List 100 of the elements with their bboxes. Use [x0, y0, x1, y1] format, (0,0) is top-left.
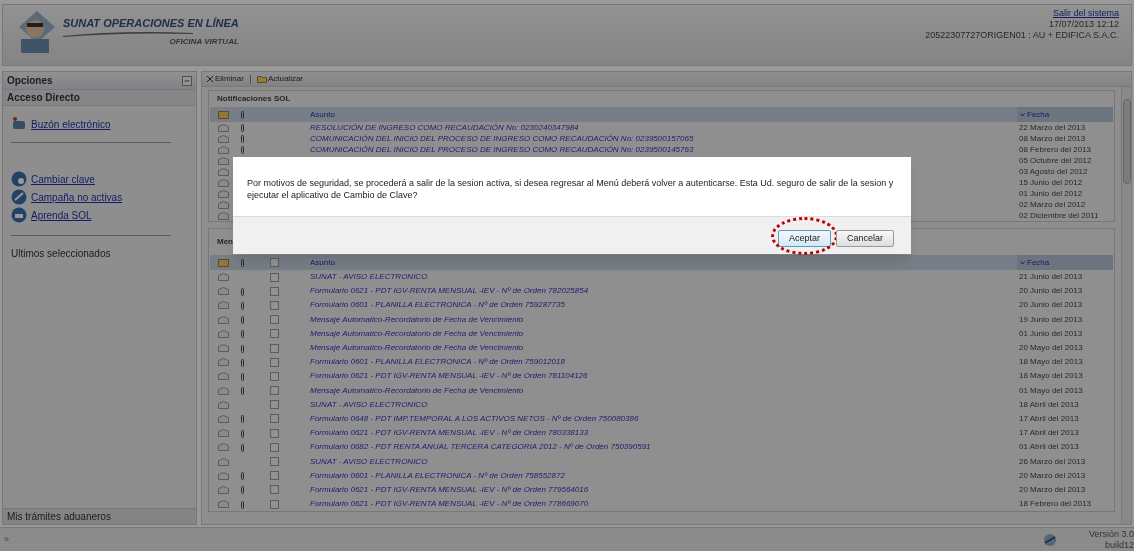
envelope-icon — [218, 500, 229, 509]
checkbox[interactable] — [270, 428, 279, 438]
message-subject[interactable]: Mensaje Automatico-Recordatorio de Fecha de Vencimiento — [310, 385, 524, 395]
column-header[interactable]: Asunto — [310, 256, 1017, 269]
version-label: Versión 3.0 — [1088, 528, 1134, 540]
sidebar-link[interactable]: Cambiar clave — [31, 171, 95, 187]
table-cell-text: 20 Junio del 2013 — [1018, 285, 1084, 298]
message-subject[interactable]: SUNAT - AVISO ELECTRONICO — [310, 399, 428, 409]
envelope-icon — [218, 344, 229, 353]
message-subject[interactable]: Formulario 0621 - PDT IGV-RENTA MENSUAL -IEV - Nº de Orden 781104126 — [310, 371, 588, 381]
toolbar-button[interactable]: Actualizar — [256, 73, 304, 85]
table-cell-text: 18 Abril del 2013 — [1018, 398, 1080, 411]
checkbox[interactable] — [270, 400, 279, 410]
column-header[interactable]: Fecha — [1017, 255, 1113, 270]
message-subject[interactable]: Formulario 0648 - PDT IMP.TEMPORAL A LOS ACTIVOS NETOS - Nº de Orden 750080386 — [310, 413, 639, 423]
message-subject[interactable]: Formulario 0621 - PDT IGV-RENTA MENSUAL -IEV - Nº de Orden 782025854 — [310, 286, 589, 296]
logo-title: SUNAT OPERACIONES EN LÍNEA — [63, 17, 239, 31]
sidebar-link[interactable]: Buzón electrónico — [31, 116, 111, 132]
sidebar-menu-item[interactable]: Mis trámites aduaneros — [3, 508, 196, 524]
logo-subtitle: OFICINA VIRTUAL — [168, 36, 239, 47]
envelope-icon — [218, 358, 229, 367]
checkbox[interactable] — [270, 272, 279, 282]
checkbox[interactable] — [270, 414, 279, 424]
build-label: build12 — [1104, 539, 1134, 551]
logout-link[interactable]: Salir del sistema — [1052, 8, 1119, 19]
message-subject[interactable]: COMUNICACIÓN DEL INICIO DEL PROCESO DE INGRESO COMO RECAUDACIÓN No: 0239500157065 — [310, 133, 694, 143]
message-subject[interactable]: Formulario 0601 - PLANILLA ELECTRONICA - Nº de Orden 759287735 — [310, 300, 565, 310]
checkbox[interactable] — [270, 499, 279, 509]
table-cell-text: 01 Junio del 2012 — [1018, 187, 1084, 200]
table-cell-text: 20 Mayo del 2013 — [1018, 342, 1084, 355]
checkbox[interactable] — [270, 343, 279, 353]
message-subject[interactable]: Mensaje Automatico-Recordatorio de Fecha de Vencimiento — [310, 314, 524, 324]
envelope-icon — [218, 178, 229, 187]
message-subject[interactable]: Formulario 0621 - PDT IGV-RENTA MENSUAL -IEV - Nº de Orden 780338133 — [310, 428, 589, 438]
envelope-icon — [218, 273, 229, 282]
message-subject[interactable]: RESOLUCIÓN DE INGRESO COMO RECAUDACIÓN No: 0230240347984 — [310, 122, 579, 132]
message-subject[interactable]: SUNAT - AVISO ELECTRONICO — [310, 272, 428, 282]
message-subject[interactable]: Formulario 0601 - PLANILLA ELECTRONICA - Nº de Orden 758552872 — [310, 470, 565, 480]
scrollbar-thumb[interactable] — [1122, 99, 1131, 184]
toolbar-button[interactable]: Eliminar — [206, 73, 244, 85]
table-cell-text: 17 Abril del 2013 — [1018, 412, 1080, 425]
checkbox[interactable] — [270, 471, 279, 481]
envelope-icon — [218, 189, 229, 198]
envelope-icon — [218, 287, 229, 296]
expand-toggle[interactable]: » — [4, 532, 9, 547]
dialog-button[interactable]: Cancelar — [835, 229, 894, 247]
table-cell-text: 17 Abril del 2013 — [1018, 427, 1080, 440]
column-header[interactable]: Asunto — [310, 108, 1017, 121]
column-header[interactable]: Fecha — [1017, 107, 1113, 122]
envelope-icon — [218, 471, 229, 480]
checkbox[interactable] — [270, 300, 279, 310]
sidebar-link[interactable]: Aprenda SOL — [31, 207, 92, 223]
table-cell-text: 18 Febrero del 2013 — [1018, 498, 1093, 511]
message-subject[interactable]: SUNAT - AVISO ELECTRONICO — [310, 456, 428, 466]
dialog-button[interactable]: Aceptar — [777, 229, 831, 247]
message-subject[interactable]: Formulario 0621 - PDT IGV-RENTA MENSUAL -IEV - Nº de Orden 778669070 — [310, 499, 589, 509]
table-cell-text: 01 Junio del 2013 — [1018, 327, 1084, 340]
checkbox[interactable] — [270, 357, 279, 367]
scrollbar[interactable] — [1121, 87, 1131, 524]
message-subject[interactable]: Formulario 0601 - PLANILLA ELECTRONICA - Nº de Orden 759012018 — [310, 357, 565, 367]
checkbox[interactable] — [270, 457, 279, 467]
table-cell-text: 18 Mayo del 2013 — [1018, 370, 1084, 383]
envelope-icon — [218, 301, 229, 310]
envelope-icon — [218, 400, 229, 409]
sidebar-link[interactable]: Campaña no activas — [31, 189, 123, 205]
section-header: Acceso Directo — [3, 90, 196, 106]
message-subject[interactable]: Mensaje Automatico-Recordatorio de Fecha de Vencimiento — [310, 343, 524, 353]
checkbox[interactable] — [270, 485, 279, 495]
checkbox[interactable] — [270, 371, 279, 381]
checkbox[interactable] — [270, 442, 279, 452]
envelope-icon — [218, 429, 229, 438]
checkbox[interactable] — [270, 286, 279, 296]
paperclip-icon — [240, 258, 245, 267]
checkbox[interactable] — [270, 386, 279, 396]
checkbox[interactable] — [270, 315, 279, 325]
message-subject[interactable]: COMUNICACIÓN DEL INICIO DEL PROCESO DE INGRESO COMO RECAUDACIÓN No: 0239500145763 — [310, 144, 694, 154]
sort-icon — [1020, 112, 1025, 117]
table-cell-text: 02 Diciembre del 2011 — [1018, 209, 1100, 222]
folder-icon — [256, 75, 267, 83]
envelope-icon — [218, 167, 229, 176]
table-cell-text: 15 Junio del 2012 — [1018, 176, 1084, 189]
panel-title: Men — [217, 236, 233, 248]
envelope-icon — [218, 315, 229, 324]
envelope-icon — [218, 145, 229, 154]
envelope-icon — [218, 200, 229, 209]
envelope-icon — [218, 414, 229, 423]
table-cell-text: 05 Octubre del 2012 — [1018, 154, 1093, 167]
envelope-icon — [218, 156, 229, 165]
table-cell-text: 20 Marzo del 2013 — [1018, 483, 1087, 496]
table-cell-text: 08 Marzo del 2013 — [1018, 132, 1087, 145]
table-cell-text: 20 Marzo del 2013 — [1018, 469, 1087, 482]
envelope-icon — [218, 386, 229, 395]
table-cell-text: 22 Marzo del 2013 — [1018, 121, 1087, 134]
checkbox[interactable] — [270, 329, 279, 339]
table-cell-text: 20 Junio del 2013 — [1018, 299, 1084, 312]
message-subject[interactable]: Mensaje Automatico-Recordatorio de Fecha de Vencimiento — [310, 328, 524, 338]
message-subject[interactable]: Formulario 0621 - PDT IGV-RENTA MENSUAL -IEV - Nº de Orden 779564016 — [310, 484, 589, 494]
message-subject[interactable]: Formulario 0682 - PDT RENTA ANUAL TERCERA CATEGORIA 2012 - Nº de Orden 750390591 — [310, 442, 651, 452]
table-cell-text: 21 Junio del 2013 — [1018, 271, 1084, 284]
table-cell-text: 26 Marzo del 2013 — [1018, 455, 1087, 468]
